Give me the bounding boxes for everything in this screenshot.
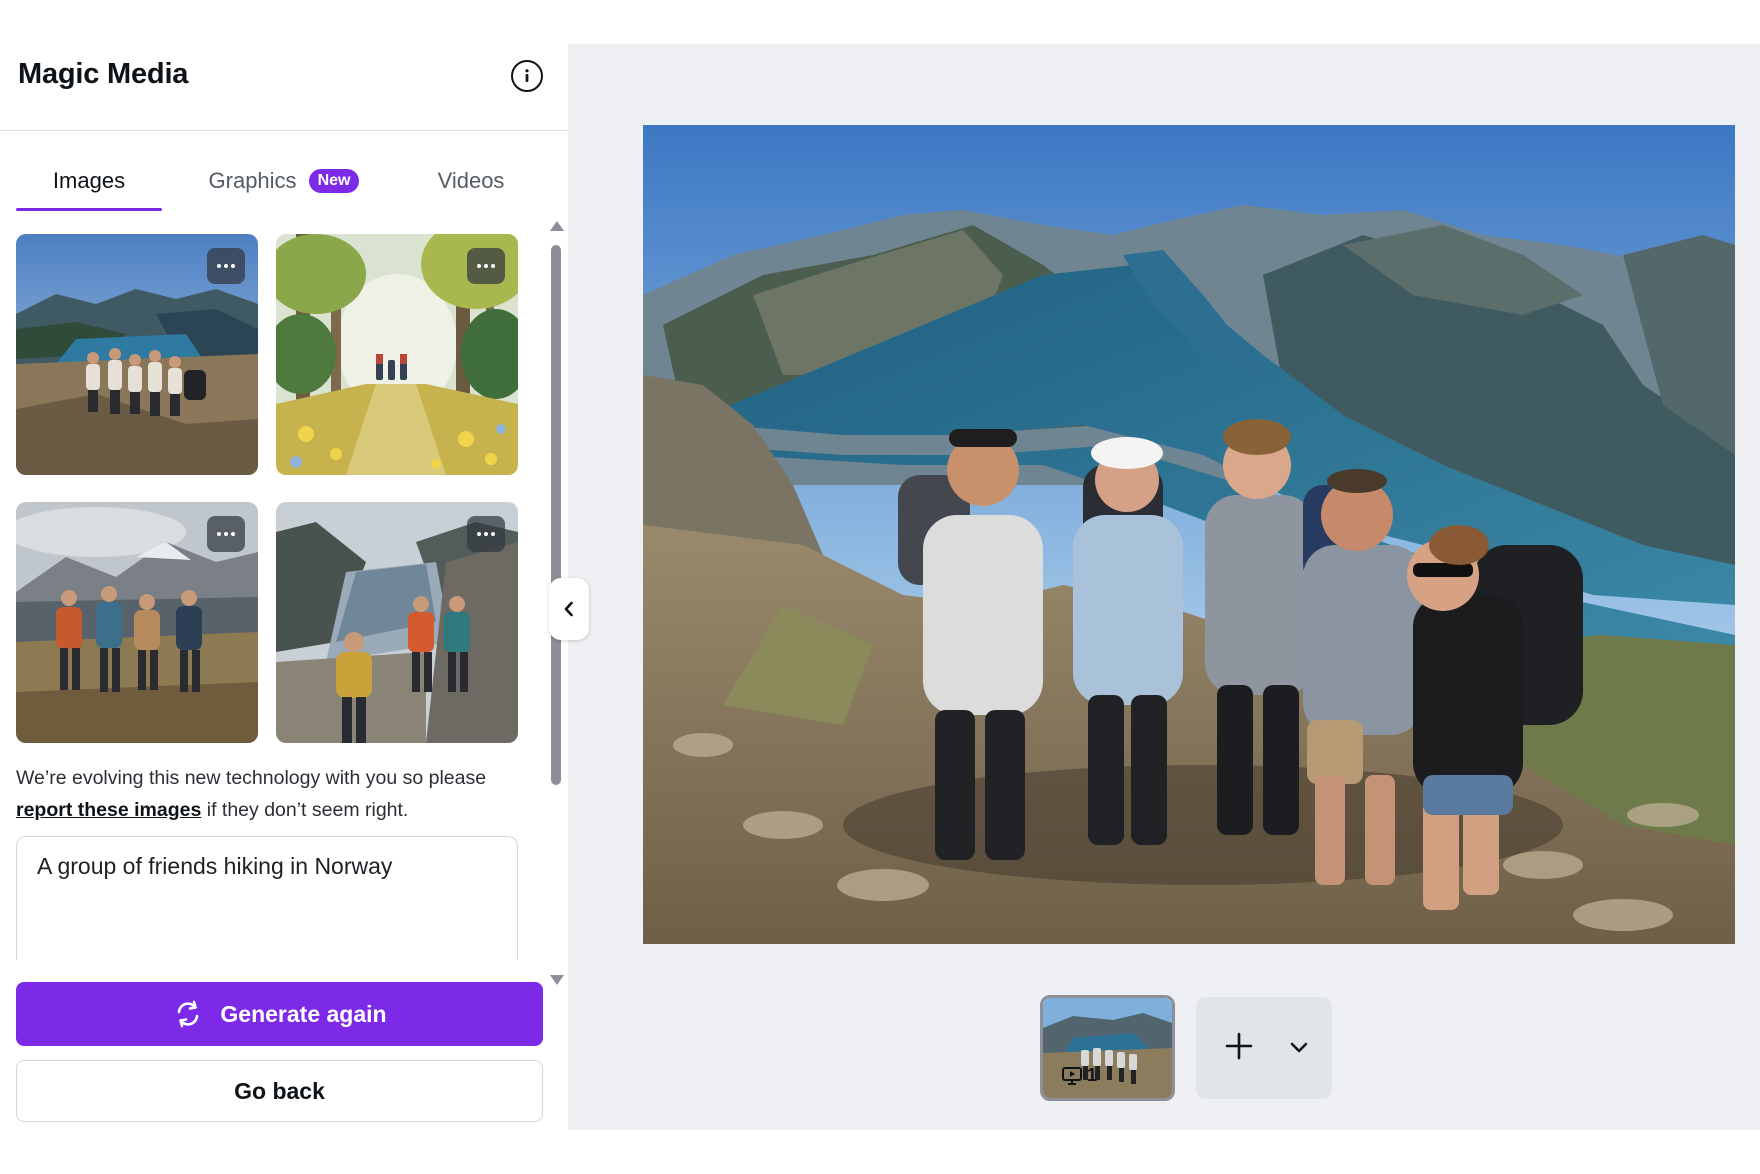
scroll-up-icon[interactable] — [550, 221, 564, 231]
image-results-grid — [16, 234, 518, 744]
tab-videos[interactable]: Videos — [416, 150, 526, 212]
chevron-left-icon — [564, 601, 573, 617]
generate-again-button[interactable]: Generate again — [16, 982, 543, 1046]
scrollbar-thumb[interactable] — [551, 245, 561, 785]
image-result-3[interactable] — [16, 502, 258, 743]
tab-graphics[interactable]: Graphics New — [174, 150, 394, 212]
tab-graphics-label: Graphics — [208, 168, 297, 193]
disclaimer-after: if they don’t seem right. — [201, 799, 409, 821]
scroll-down-icon[interactable] — [550, 975, 564, 985]
prompt-textarea[interactable]: A group of friends hiking in Norway — [15, 836, 519, 968]
panel-divider — [0, 130, 568, 131]
more-options-icon[interactable] — [467, 516, 505, 552]
more-options-icon[interactable] — [207, 248, 245, 284]
more-options-icon[interactable] — [207, 516, 245, 552]
generate-again-label: Generate again — [220, 1000, 387, 1027]
image-result-4[interactable] — [276, 502, 518, 743]
media-tabs: Images Graphics New Videos — [16, 150, 536, 212]
magic-media-panel: Magic Media Images Graphics New Videos W… — [0, 44, 568, 1130]
prompt-value: A group of friends hiking in Norway — [37, 853, 393, 879]
generated-image-on-canvas[interactable] — [643, 125, 1735, 944]
panel-title: Magic Media — [18, 58, 189, 90]
chevron-down-icon[interactable] — [1288, 1037, 1310, 1057]
info-icon[interactable] — [511, 60, 543, 92]
new-badge: New — [308, 169, 360, 193]
presentation-icon — [1062, 1066, 1082, 1085]
image-result-1[interactable] — [16, 234, 258, 475]
page-number: 1 — [1087, 1065, 1098, 1085]
prompt-fade — [15, 960, 519, 968]
tab-videos-label: Videos — [437, 168, 505, 193]
more-options-icon[interactable] — [467, 248, 505, 284]
report-images-link[interactable]: report these images — [16, 799, 201, 821]
magic-media-app: Magic Media Images Graphics New Videos W… — [0, 0, 1760, 1174]
disclaimer-before: We’re evolving this new technology with … — [16, 767, 487, 789]
page-1-thumbnail[interactable]: 1 — [1040, 995, 1175, 1101]
page-navigator: 1 — [1040, 995, 1340, 1101]
refresh-icon — [178, 1000, 199, 1028]
active-tab-indicator — [16, 208, 162, 211]
tab-images[interactable]: Images — [16, 150, 162, 212]
add-page-group — [1196, 997, 1332, 1099]
tab-images-label: Images — [52, 168, 126, 193]
collapse-panel-button[interactable] — [549, 578, 589, 640]
plus-icon[interactable] — [1224, 1031, 1254, 1061]
image-result-2[interactable] — [276, 234, 518, 475]
go-back-label: Go back — [234, 1077, 325, 1104]
page-number-badge: 1 — [1061, 1065, 1097, 1086]
go-back-button[interactable]: Go back — [16, 1060, 543, 1122]
disclaimer-text: We’re evolving this new technology with … — [16, 762, 538, 826]
